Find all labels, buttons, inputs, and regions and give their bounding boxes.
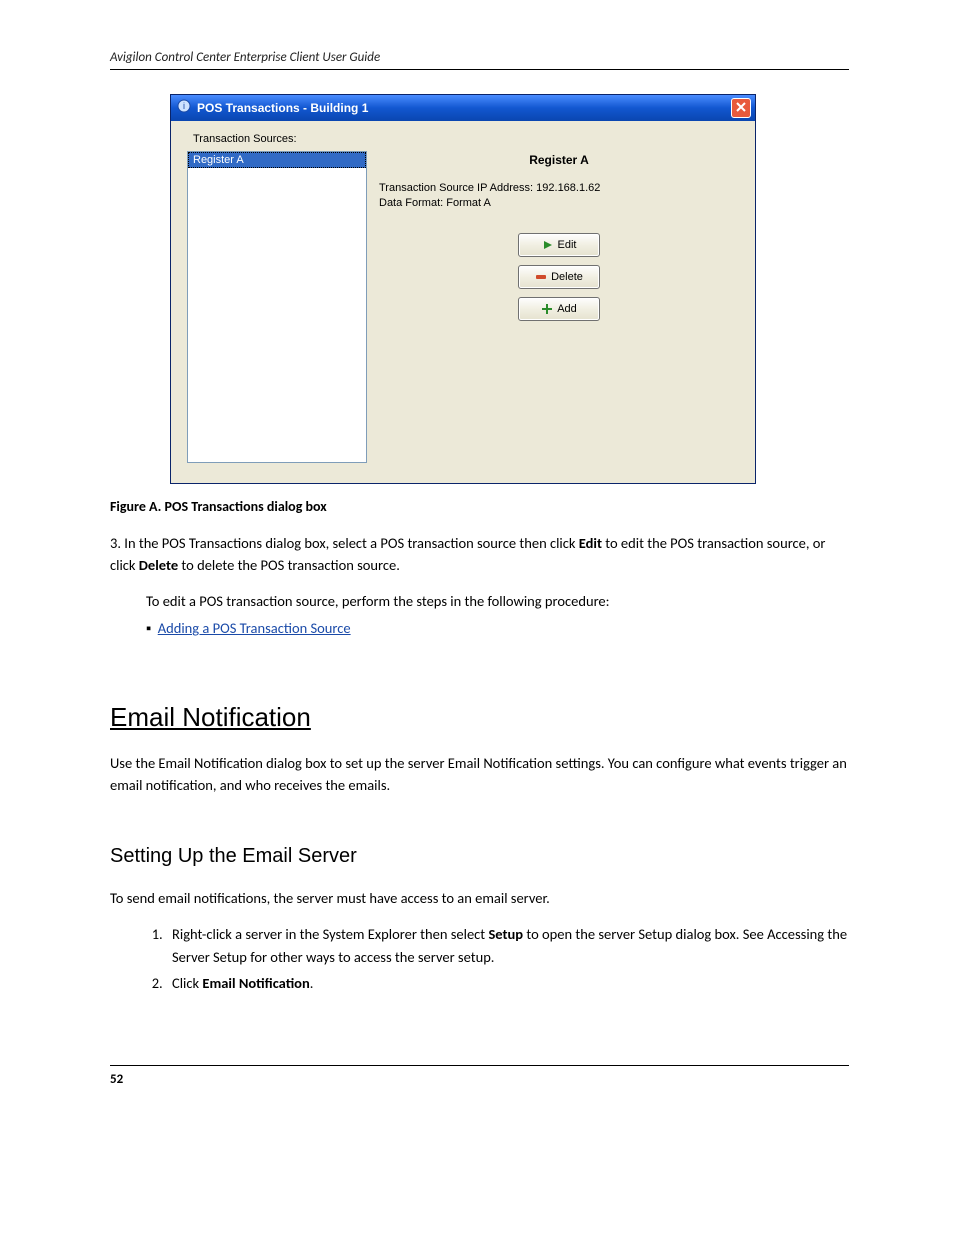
indent-intro: To edit a POS transaction source, perfor…: [146, 591, 849, 613]
page-footer: 52: [110, 1065, 849, 1087]
page-number: 52: [110, 1072, 123, 1087]
step-1: Right-click a server in the System Explo…: [166, 923, 849, 968]
transaction-sources-listbox[interactable]: Register A: [187, 151, 367, 463]
ip-value: 192.168.1.62: [536, 182, 600, 194]
email-section-text: Use the Email Notification dialog box to…: [110, 753, 849, 797]
email-notification-heading: Email Notification: [110, 702, 849, 733]
email-notification-bold: Email Notification: [202, 974, 309, 992]
plus-icon: [541, 303, 553, 315]
close-icon: [736, 99, 746, 117]
text: .: [310, 974, 314, 992]
step-2: Click Email Notification.: [166, 972, 849, 994]
transaction-sources-label: Transaction Sources:: [193, 133, 743, 145]
format-value: Format A: [446, 197, 491, 209]
text: to delete the POS transaction source.: [178, 556, 400, 574]
indent-link-row: ▪ Adding a POS Transaction Source: [146, 618, 849, 640]
edit-button[interactable]: Edit: [518, 233, 600, 257]
running-header: Avigilon Control Center Enterprise Clien…: [110, 50, 849, 70]
setup-bold: Setup: [488, 925, 523, 943]
text: 3. In the POS Transactions dialog box, s…: [110, 534, 579, 552]
window-icon: i: [177, 99, 191, 118]
arrow-right-icon: [542, 239, 554, 251]
text: Right-click a server in the System Explo…: [172, 925, 488, 943]
window-title: POS Transactions - Building 1: [197, 101, 368, 115]
delete-button[interactable]: Delete: [518, 265, 600, 289]
svg-text:i: i: [183, 101, 185, 111]
ip-label: Transaction Source IP Address:: [379, 182, 533, 194]
add-label: Add: [557, 303, 577, 315]
delete-bold: Delete: [139, 556, 178, 574]
text: to open the server Setup dialog box.: [523, 925, 743, 943]
figure-container: i POS Transactions - Building 1 Transa: [170, 94, 849, 484]
figure-caption: Figure A. POS Transactions dialog box: [110, 498, 849, 515]
detail-title: Register A: [379, 153, 739, 167]
text: Click: [172, 974, 202, 992]
pos-transactions-window: i POS Transactions - Building 1 Transa: [170, 94, 756, 484]
edit-label: Edit: [558, 239, 577, 251]
edit-delete-instruction: 3. In the POS Transactions dialog box, s…: [110, 533, 849, 577]
detail-format: Data Format: Format A: [379, 196, 739, 211]
email-steps: Right-click a server in the System Explo…: [110, 923, 849, 994]
minus-icon: [535, 271, 547, 283]
list-item[interactable]: Register A: [188, 152, 366, 168]
titlebar: i POS Transactions - Building 1: [171, 95, 755, 121]
detail-ip: Transaction Source IP Address: 192.168.1…: [379, 181, 739, 196]
detail-pane: Register A Transaction Source IP Address…: [375, 151, 743, 471]
close-button[interactable]: [731, 98, 751, 118]
format-label: Data Format:: [379, 197, 443, 209]
adding-pos-source-link[interactable]: Adding a POS Transaction Source: [158, 619, 351, 637]
edit-bold: Edit: [579, 534, 602, 552]
delete-label: Delete: [551, 271, 583, 283]
text: for other ways to access the server setu…: [247, 948, 495, 966]
email-intro-text: To send email notifications, the server …: [110, 888, 849, 910]
add-button[interactable]: Add: [518, 297, 600, 321]
setting-up-email-server-heading: Setting Up the Email Server: [110, 845, 849, 868]
